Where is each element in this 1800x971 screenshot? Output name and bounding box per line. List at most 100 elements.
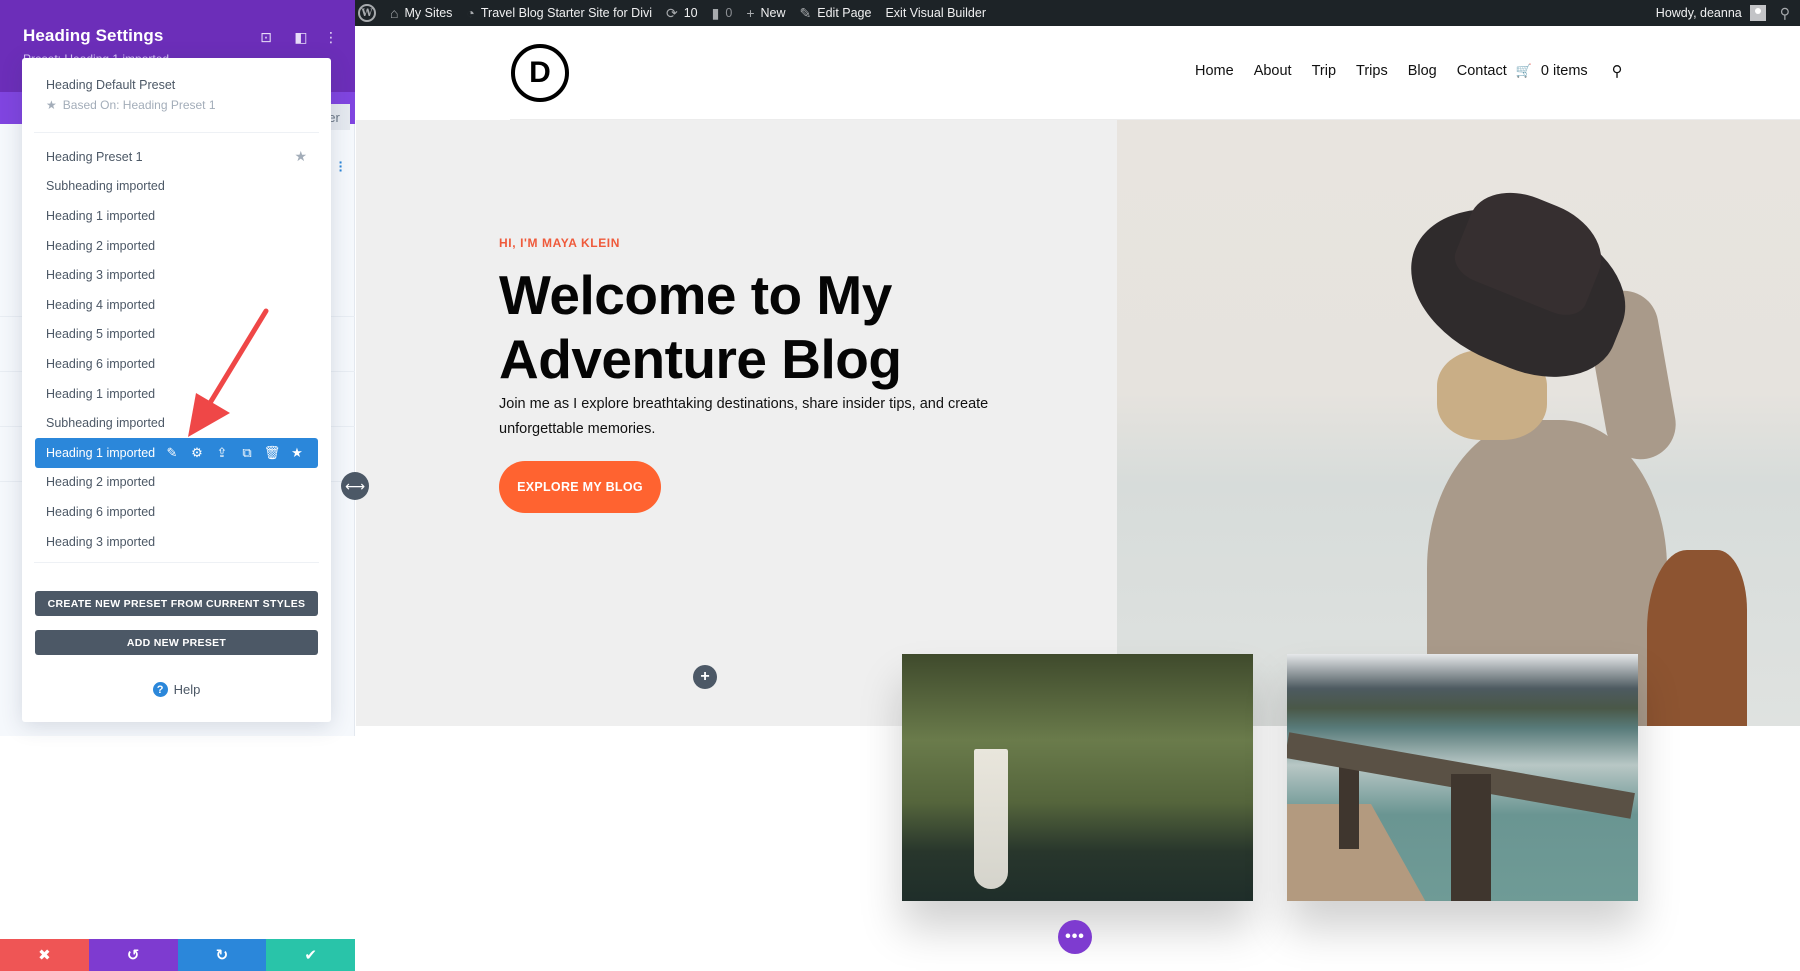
undo-icon: ↺ (126, 947, 140, 964)
preset-actions: ✎ ⚙ ⇪ ⧉ 🗑 ★ (164, 445, 305, 461)
nav-blog[interactable]: Blog (1408, 63, 1437, 79)
updates-count: 10 (683, 6, 698, 20)
admin-bar-wordpress[interactable]: W (358, 4, 376, 22)
updates-icon: ⟳ (666, 4, 678, 21)
exit-visual-builder-label: Exit Visual Builder (885, 6, 986, 20)
preset-label: Heading 2 imported (46, 238, 156, 253)
panel-resize-handle[interactable]: ⟷ (341, 472, 369, 500)
cart-icon[interactable]: 🛒 (1516, 63, 1532, 79)
preset-item[interactable]: Heading 1 imported (22, 201, 331, 231)
woman-in-hat-photo (1117, 120, 1800, 726)
delete-icon[interactable]: 🗑 (264, 445, 281, 461)
admin-bar-site-name[interactable]: ◔ Travel Blog Starter Site for Divi (466, 5, 652, 21)
preset-item[interactable]: Heading 3 imported (22, 527, 331, 557)
preset-item[interactable]: Heading 1 imported (22, 379, 331, 409)
search-icon[interactable]: ⚲ (1780, 5, 1790, 22)
pencil-icon: ✎ (799, 4, 812, 21)
preset-label: Heading Preset 1 (46, 149, 143, 164)
preset-label: Heading 1 imported (46, 445, 156, 460)
star-icon[interactable]: ★ (294, 148, 307, 165)
redo-button[interactable]: ↻ (177, 939, 267, 971)
nav-about[interactable]: About (1254, 63, 1292, 79)
plus-icon: + (700, 668, 710, 685)
preset-item[interactable]: Heading 3 imported (22, 260, 331, 290)
my-sites-icon: ⌂ (390, 5, 399, 21)
preset-item[interactable]: Heading 5 imported (22, 320, 331, 350)
preset-label: Heading 1 imported (46, 386, 156, 401)
preset-item[interactable]: Heading 2 imported (22, 468, 331, 498)
cart-items[interactable]: 0 items (1541, 63, 1588, 79)
help-icon: ? (152, 682, 168, 697)
site-logo[interactable]: D (511, 44, 569, 102)
comments-icon: ▮ (711, 4, 720, 21)
preset-label: Heading 6 imported (46, 356, 156, 371)
preset-item-active[interactable]: Heading 1 imported ✎ ⚙ ⇪ ⧉ 🗑 ★ (35, 437, 318, 468)
hero-heading[interactable]: Welcome to My Adventure Blog (499, 263, 1059, 391)
nav-trip[interactable]: Trip (1312, 63, 1336, 79)
builder-bottom-bar: ✖ ↺ ↻ ✔ (0, 939, 355, 971)
default-preset-name: Heading Default Preset (46, 78, 176, 92)
waterfall-photo (902, 654, 1253, 901)
resize-arrows-icon: ⟷ (344, 477, 366, 494)
nav-home[interactable]: Home (1195, 63, 1234, 79)
settings-icon[interactable]: ⚙ (189, 445, 205, 461)
preset-dropdown: Heading Default Preset ★ Based On: Headin… (22, 58, 331, 722)
kebab-menu-icon[interactable]: ⋮ (322, 28, 340, 46)
nav-contact[interactable]: Contact (1457, 63, 1507, 79)
preset-label: Heading 6 imported (46, 504, 156, 519)
main-nav: Home About Trip Trips Blog Contact 🛒 0 i… (1195, 62, 1623, 80)
admin-bar-updates[interactable]: ⟳ 10 (666, 5, 698, 22)
preset-label: Heading 2 imported (46, 475, 156, 490)
layout-icon[interactable]: ◧ (292, 28, 310, 46)
focus-icon[interactable]: ⊡ (257, 28, 275, 46)
preset-item[interactable]: Heading 2 imported (22, 231, 331, 261)
star-icon: ★ (46, 98, 57, 112)
search-icon[interactable]: ⚲ (1612, 62, 1623, 80)
page-preview: D Home About Trip Trips Blog Contact 🛒 0… (356, 26, 1800, 971)
duplicate-icon[interactable]: ⧉ (239, 445, 255, 461)
preset-label: Heading 4 imported (46, 297, 156, 312)
account-greeting[interactable]: Howdy, deanna (1656, 6, 1742, 20)
site-dashboard-icon: ◔ (466, 5, 475, 21)
admin-bar-exit-visual-builder[interactable]: Exit Visual Builder (885, 6, 986, 20)
preset-item[interactable]: Heading 6 imported (22, 349, 331, 379)
avatar[interactable] (1749, 5, 1766, 21)
preset-item[interactable]: Subheading imported (22, 172, 331, 202)
close-icon: ✖ (38, 947, 51, 964)
divider (34, 132, 319, 133)
site-header: D Home About Trip Trips Blog Contact 🛒 0… (356, 26, 1800, 120)
admin-bar-new[interactable]: + New (746, 5, 785, 21)
my-sites-label: My Sites (404, 6, 453, 20)
create-preset-from-styles-button[interactable]: CREATE NEW PRESET FROM CURRENT STYLES (35, 591, 318, 616)
discard-button[interactable]: ✖ (0, 939, 89, 971)
hero-section: HI, I'M MAYA KLEIN Welcome to My Adventu… (356, 120, 1800, 726)
export-icon[interactable]: ⇪ (214, 445, 230, 461)
preset-item[interactable]: Heading Preset 1 ★ (22, 142, 331, 172)
settings-title: Heading Settings (23, 26, 164, 45)
photo-shape (1451, 774, 1491, 901)
star-icon[interactable]: ★ (289, 445, 305, 461)
save-button[interactable]: ✔ (266, 939, 355, 971)
preset-list: Heading Preset 1 ★ Subheading imported He… (22, 142, 331, 556)
explore-blog-button[interactable]: EXPLORE MY BLOG (499, 461, 661, 513)
admin-bar-my-sites[interactable]: ⌂ My Sites (390, 5, 452, 21)
preset-label: Heading 3 imported (46, 268, 156, 283)
edit-icon[interactable]: ✎ (164, 445, 180, 461)
preset-label: Heading 5 imported (46, 327, 156, 342)
check-icon: ✔ (304, 947, 317, 964)
photo-shape (974, 749, 1008, 889)
help-link[interactable]: ? Help (22, 682, 331, 697)
admin-bar-edit-page[interactable]: ✎ Edit Page (800, 5, 872, 22)
default-preset[interactable]: Heading Default Preset ★ Based On: Headin… (46, 78, 216, 112)
admin-bar-comments[interactable]: ▮ 0 (712, 5, 733, 22)
options-dots-icon[interactable]: · · · (338, 155, 344, 177)
add-module-button[interactable]: + (693, 665, 717, 689)
undo-button[interactable]: ↺ (88, 939, 178, 971)
nav-trips[interactable]: Trips (1356, 63, 1388, 79)
builder-more-button[interactable]: ••• (1058, 920, 1092, 954)
logo-letter: D (529, 56, 551, 89)
add-new-preset-button[interactable]: ADD NEW PRESET (35, 630, 318, 655)
preset-item[interactable]: Heading 4 imported (22, 290, 331, 320)
preset-item[interactable]: Heading 6 imported (22, 497, 331, 527)
preset-item[interactable]: Subheading imported (22, 408, 331, 438)
